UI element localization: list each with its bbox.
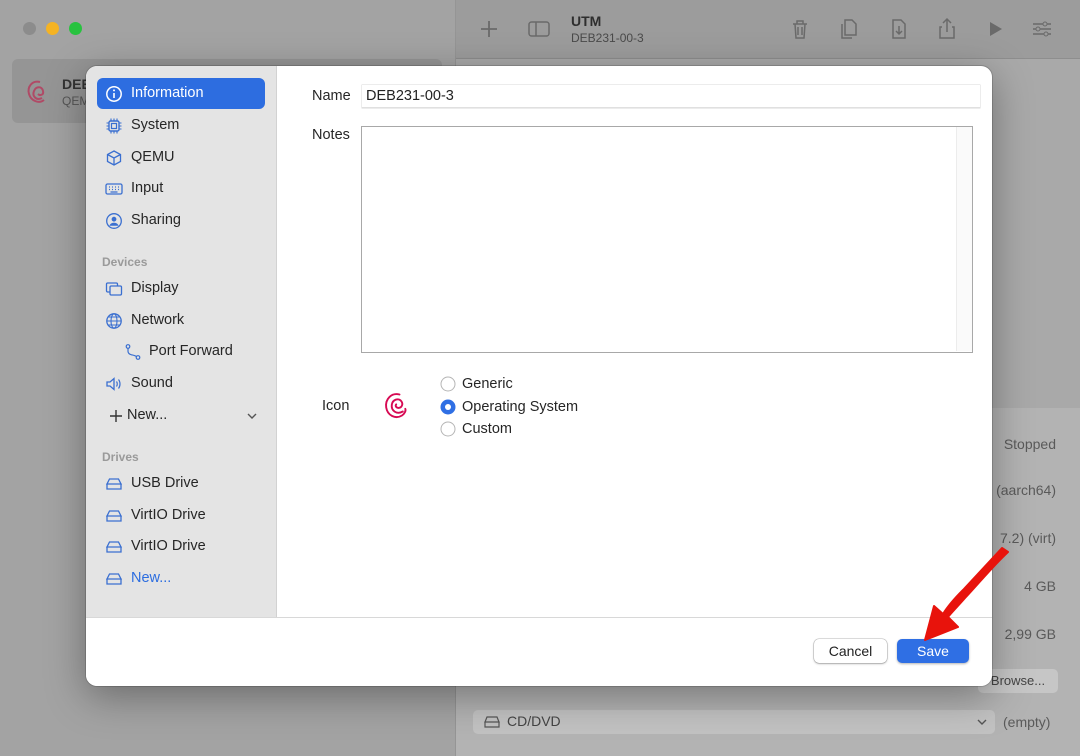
drive-plus-icon: [105, 573, 123, 585]
sidebar-item-label: Information: [131, 85, 204, 101]
play-icon[interactable]: [982, 16, 1008, 42]
vm-arch-value: (aarch64): [996, 482, 1056, 498]
sidebar-item-usb-drive[interactable]: USB Drive: [97, 468, 265, 499]
icon-label: Icon: [322, 398, 350, 414]
sidebar-item-virtio-drive[interactable]: VirtIO Drive: [97, 531, 265, 562]
cd-dvd-label: CD/DVD: [507, 713, 561, 729]
debian-logo-icon: [27, 80, 45, 103]
new-device-label: New...: [127, 407, 168, 423]
icon-generic-radio[interactable]: [440, 376, 456, 392]
notes-field[interactable]: [361, 126, 973, 353]
save-button[interactable]: Save: [897, 639, 969, 663]
vm-size-value: 2,99 GB: [1004, 626, 1056, 642]
cd-dvd-value: (empty): [1003, 714, 1051, 730]
sidebar-item-qemu[interactable]: QEMU: [97, 142, 265, 173]
display-icon: [105, 282, 123, 296]
chevron-down-icon: [247, 413, 257, 419]
devices-section-header: Devices: [102, 255, 148, 269]
sidebar-item-system[interactable]: System: [97, 110, 265, 141]
person-icon: [106, 213, 122, 229]
new-drive-button[interactable]: New...: [97, 563, 265, 594]
window-minimize-button[interactable]: [46, 22, 59, 35]
sidebar-item-network[interactable]: Network: [97, 305, 265, 336]
sidebar-toggle-icon[interactable]: [526, 16, 552, 42]
keyboard-icon: [105, 183, 123, 195]
window-subtitle: DEB231-00-3: [571, 31, 644, 45]
vm-memory-value: 4 GB: [1024, 578, 1056, 594]
drive-icon: [484, 716, 500, 728]
icon-os-option-label: Operating System: [462, 399, 579, 415]
new-drive-label: New...: [131, 570, 172, 586]
vm-status-value: Stopped: [1003, 436, 1056, 452]
cancel-button[interactable]: Cancel: [814, 639, 887, 663]
new-device-button[interactable]: New...: [97, 400, 265, 431]
notes-scrollbar[interactable]: [956, 127, 972, 351]
icon-generic-option-label: Generic: [462, 376, 513, 392]
globe-icon: [106, 313, 122, 329]
download-icon[interactable]: [886, 16, 912, 42]
cube-icon: [106, 150, 122, 166]
sidebar-item-port-forward[interactable]: Port Forward: [97, 336, 265, 367]
trash-icon[interactable]: [787, 16, 813, 42]
settings-sliders-icon[interactable]: [1029, 16, 1055, 42]
chevron-down-icon: [977, 719, 987, 725]
plus-icon: [110, 410, 122, 422]
window-zoom-button[interactable]: [69, 22, 82, 35]
sidebar-item-label: QEMU: [131, 149, 175, 165]
name-field[interactable]: [362, 85, 980, 108]
sidebar-item-label: Sharing: [131, 212, 181, 228]
fork-icon: [125, 344, 141, 360]
drives-section-header: Drives: [102, 450, 139, 464]
icon-custom-option-label: Custom: [462, 421, 512, 437]
clone-icon[interactable]: [836, 16, 862, 42]
notes-label: Notes: [312, 127, 350, 143]
sidebar-item-sound[interactable]: Sound: [97, 368, 265, 399]
sidebar-item-sharing[interactable]: Sharing: [97, 205, 265, 236]
main-toolbar: UTM DEB231-00-3: [456, 0, 1080, 59]
sidebar-item-virtio-drive[interactable]: VirtIO Drive: [97, 500, 265, 531]
drive-icon: [105, 478, 123, 490]
share-icon[interactable]: [934, 16, 960, 42]
window-close-button[interactable]: [23, 22, 36, 35]
sidebar-item-label: Display: [131, 280, 179, 296]
drive-icon: [105, 541, 123, 553]
cd-dvd-select[interactable]: CD/DVD: [473, 710, 995, 734]
sidebar-item-label: Port Forward: [149, 343, 233, 359]
icon-custom-radio[interactable]: [440, 421, 456, 437]
sidebar-item-label: Input: [131, 180, 164, 196]
settings-sidebar: Information System QEMU Input Sharing De…: [86, 66, 277, 617]
info-icon: [106, 86, 122, 102]
vm-settings-dialog: Information System QEMU Input Sharing De…: [86, 66, 992, 686]
sidebar-item-label: VirtIO Drive: [131, 538, 206, 554]
utm-window: DEB QEM UTM DEB231-00-3 Stopped (aarch64…: [0, 0, 1080, 756]
sidebar-item-label: System: [131, 117, 180, 133]
plus-icon[interactable]: [476, 16, 502, 42]
sidebar-item-label: Network: [131, 312, 185, 328]
debian-logo-icon: [385, 393, 407, 419]
sidebar-item-label: USB Drive: [131, 475, 199, 491]
window-title: UTM: [571, 13, 602, 29]
icon-os-radio[interactable]: [440, 399, 456, 415]
drive-icon: [105, 510, 123, 522]
cpu-icon: [106, 118, 122, 134]
sidebar-item-display[interactable]: Display: [97, 273, 265, 304]
speaker-icon: [106, 377, 121, 391]
name-label: Name: [312, 88, 351, 104]
vm-machine-value: 7.2) (virt): [1000, 530, 1056, 546]
sidebar-item-label: Sound: [131, 375, 173, 391]
sidebar-item-input[interactable]: Input: [97, 173, 265, 204]
sidebar-item-label: VirtIO Drive: [131, 507, 206, 523]
sidebar-item-information[interactable]: Information: [97, 78, 265, 109]
